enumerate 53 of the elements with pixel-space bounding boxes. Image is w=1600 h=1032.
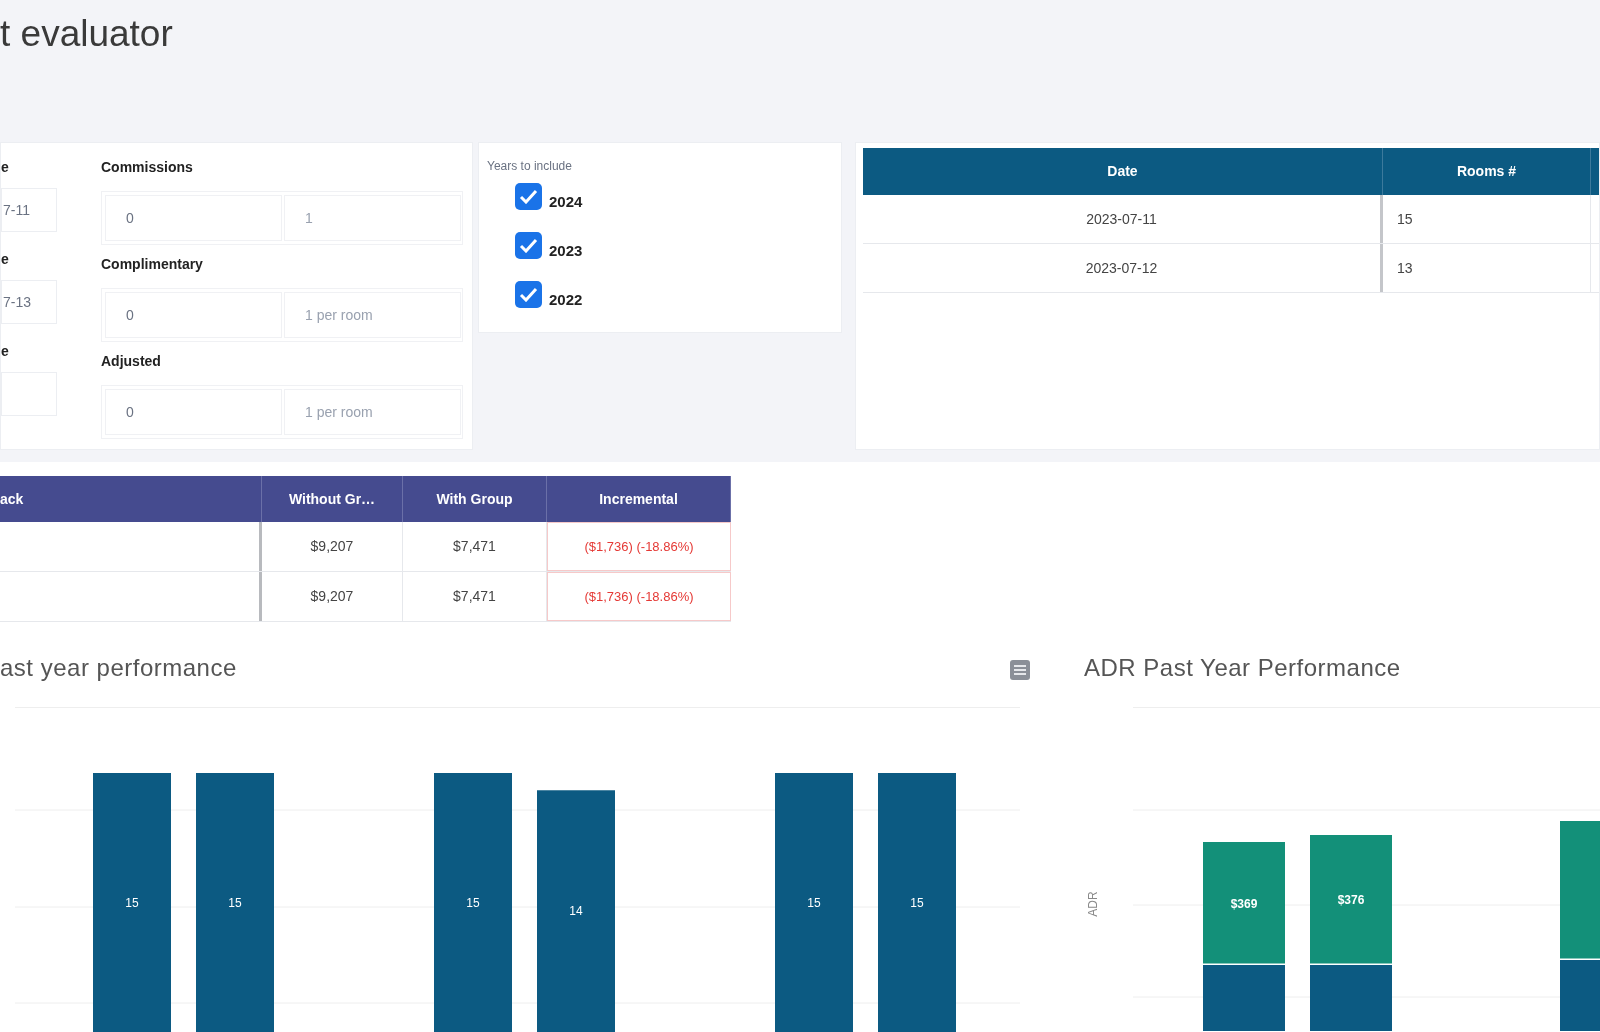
field-label: Commissions: [101, 159, 193, 176]
input-field[interactable]: 1 per room: [284, 292, 461, 338]
checkbox[interactable]: [515, 232, 542, 259]
data-label: 14: [569, 904, 583, 919]
table-cell-text: $9,207: [310, 587, 354, 606]
checkbox-label: 2023: [549, 242, 583, 259]
table-cell-text: 15: [1397, 209, 1413, 229]
field-label: e: [1, 343, 9, 360]
data-label: 15: [125, 895, 139, 910]
data-label: $369: [1230, 896, 1258, 911]
chart-title: ast year performance: [0, 654, 237, 682]
data-label: 15: [807, 895, 821, 910]
chart-title: ADR Past Year Performance: [1084, 654, 1401, 682]
column-header[interactable]: Rooms #: [1456, 161, 1517, 182]
input-field[interactable]: 0: [105, 195, 282, 241]
input-field[interactable]: 7-11: [1, 188, 57, 232]
section-label: Years to include: [487, 159, 572, 173]
checkbox-label: 2022: [549, 291, 583, 308]
menu-icon[interactable]: [1010, 660, 1030, 680]
checkbox-label: 2024: [549, 193, 583, 210]
field-label: Adjusted: [101, 353, 161, 370]
table-cell-text: 2023-07-11: [1086, 209, 1157, 229]
column-header[interactable]: Without Gr…: [288, 488, 376, 510]
table-cell-text: $9,207: [310, 537, 354, 556]
data-label: 15: [466, 895, 480, 910]
column-header[interactable]: Date: [1107, 161, 1138, 182]
table-cell-text: 2023-07-12: [1085, 258, 1158, 278]
field-label: e: [1, 159, 9, 176]
page-title: t evaluator: [0, 12, 173, 56]
input-field[interactable]: 0: [105, 389, 282, 435]
data-label: 15: [910, 895, 924, 910]
axis-label: ADR: [1086, 891, 1100, 917]
checkbox[interactable]: [515, 183, 542, 210]
input-field[interactable]: 1: [284, 195, 461, 241]
table-cell-text: $7,471: [453, 587, 496, 606]
data-label: 15: [228, 895, 242, 910]
input-field[interactable]: 7-13: [1, 280, 57, 324]
data-label: $376: [1337, 893, 1365, 907]
checkmark-icon: [519, 189, 538, 204]
checkmark-icon: [519, 287, 538, 302]
input-field[interactable]: 0: [105, 292, 282, 338]
field-label: e: [1, 251, 9, 268]
table-cell-text: $7,471: [453, 537, 496, 556]
column-header[interactable]: With Group: [436, 488, 513, 510]
checkbox[interactable]: [515, 281, 542, 308]
table-cell-text: ($1,736) (-18.86%): [584, 537, 694, 556]
field-label: Complimentary: [101, 256, 203, 273]
column-header[interactable]: ack: [0, 488, 24, 510]
table-cell-text: 13: [1397, 258, 1413, 278]
table-cell-text: ($1,736) (-18.86%): [584, 587, 694, 606]
column-header[interactable]: Incremental: [599, 488, 678, 510]
input-field[interactable]: 1 per room: [284, 389, 461, 435]
checkmark-icon: [519, 238, 538, 253]
